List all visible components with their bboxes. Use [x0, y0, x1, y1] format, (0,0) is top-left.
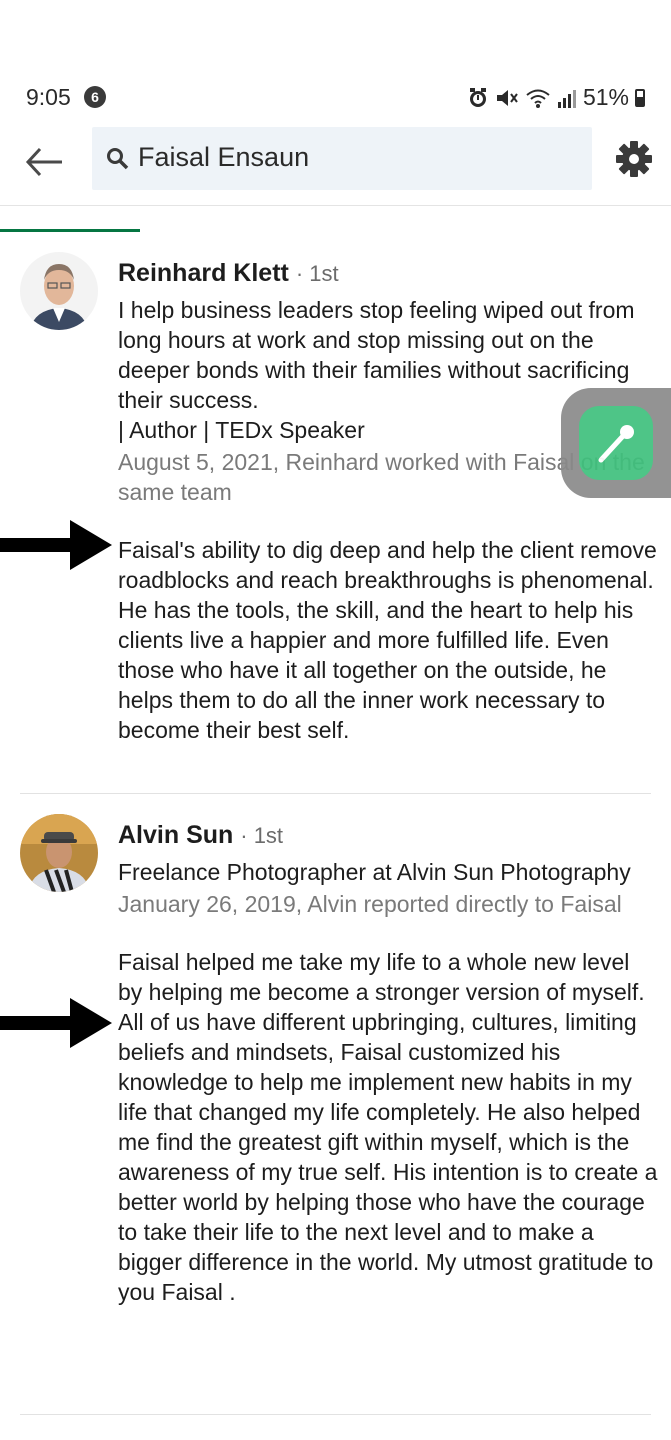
- eyedropper-button[interactable]: [579, 406, 653, 480]
- recommender-headline: Freelance Photographer at Alvin Sun Phot…: [118, 859, 631, 885]
- connection-degree: · 1st: [295, 261, 339, 286]
- search-query: Faisal Ensaun: [138, 142, 310, 172]
- pointer-arrow-icon: [0, 998, 112, 1048]
- app-bar: Faisal Ensaun: [0, 118, 671, 206]
- notification-count-badge: 6: [84, 86, 106, 108]
- tab-indicator: [0, 229, 140, 232]
- back-arrow-icon[interactable]: [22, 140, 66, 184]
- floating-tool-bubble[interactable]: [561, 388, 671, 498]
- wifi-icon: [526, 89, 550, 108]
- pointer-arrow-icon: [0, 520, 112, 570]
- recommender-name[interactable]: Alvin Sun: [118, 821, 233, 849]
- gear-icon[interactable]: [615, 140, 653, 178]
- name-line: Alvin Sun · 1st: [118, 820, 658, 851]
- alarm-icon: [469, 87, 486, 107]
- status-time: 9:05: [26, 84, 71, 110]
- recommendation-content: Alvin Sun · 1st Freelance Photographer a…: [118, 820, 658, 1307]
- relationship-meta: January 26, 2019, Alvin reported directl…: [118, 891, 622, 917]
- eyedropper-icon: [598, 425, 634, 463]
- recommendation-content: Reinhard Klett · 1st I help business lea…: [118, 258, 658, 745]
- recommendation-text: Faisal helped me take my life to a whole…: [118, 949, 658, 1305]
- avatar[interactable]: [20, 814, 98, 892]
- battery-icon: [635, 88, 645, 107]
- mute-icon: [496, 89, 518, 106]
- avatar[interactable]: [20, 252, 98, 330]
- divider: [20, 1414, 651, 1415]
- recommendation-text: Faisal's ability to dig deep and help th…: [118, 537, 657, 743]
- search-input[interactable]: Faisal Ensaun: [92, 127, 592, 190]
- signal-icon: [557, 89, 576, 108]
- name-line: Reinhard Klett · 1st: [118, 258, 658, 289]
- search-icon: [107, 148, 129, 170]
- recommender-name[interactable]: Reinhard Klett: [118, 259, 289, 287]
- connection-degree: · 1st: [240, 823, 284, 848]
- status-bar: 9:05 6 51%: [0, 80, 671, 116]
- battery-percentage: 51%: [582, 84, 629, 110]
- divider: [20, 793, 651, 794]
- status-icons: 51%: [467, 84, 645, 111]
